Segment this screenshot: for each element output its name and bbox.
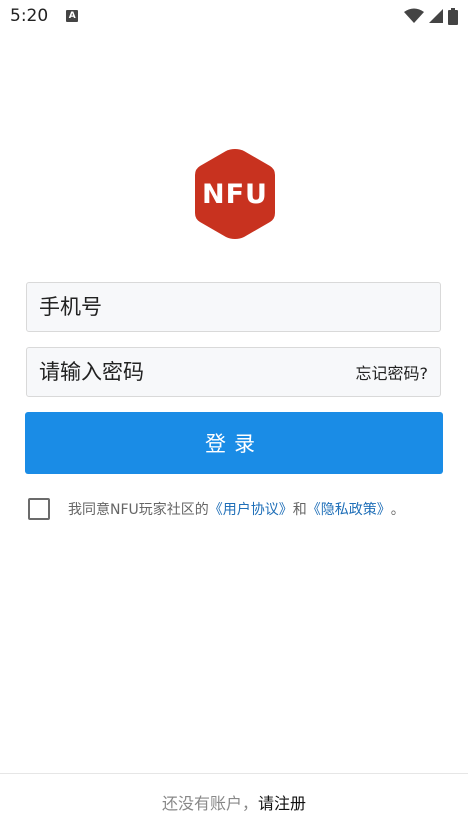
- phone-field[interactable]: [26, 282, 441, 332]
- signal-icon: [429, 9, 443, 23]
- status-bar: 5:20 A: [0, 0, 468, 32]
- nfu-logo: NFU: [190, 146, 280, 242]
- password-field[interactable]: 忘记密码?: [26, 347, 441, 397]
- register-prompt: 还没有账户，: [161, 794, 258, 813]
- login-button[interactable]: 登录: [25, 412, 443, 474]
- battery-icon: [448, 7, 458, 25]
- logo-text: NFU: [202, 179, 268, 210]
- user-agreement-link[interactable]: 《用户协议》: [209, 499, 293, 519]
- status-time: 5:20: [10, 6, 49, 26]
- register-link[interactable]: 请注册: [258, 790, 306, 814]
- privacy-policy-link[interactable]: 《隐私政策》: [307, 499, 391, 519]
- agreement-and: 和: [292, 502, 307, 518]
- phone-input[interactable]: [39, 295, 428, 319]
- register-footer: 还没有账户， 请注册: [0, 773, 468, 830]
- agreement-row: 我同意NFU玩家社区的 《用户协议》 和 《隐私政策》 。: [28, 496, 405, 522]
- agreement-checkbox[interactable]: [28, 498, 50, 520]
- wifi-icon: [404, 8, 424, 23]
- notification-icon: A: [66, 10, 79, 22]
- status-icons: [404, 7, 458, 25]
- password-input[interactable]: [39, 360, 356, 384]
- agreement-prefix: 我同意NFU玩家社区的: [68, 502, 209, 518]
- forgot-password-link[interactable]: 忘记密码?: [356, 360, 429, 384]
- agreement-suffix: 。: [390, 502, 405, 518]
